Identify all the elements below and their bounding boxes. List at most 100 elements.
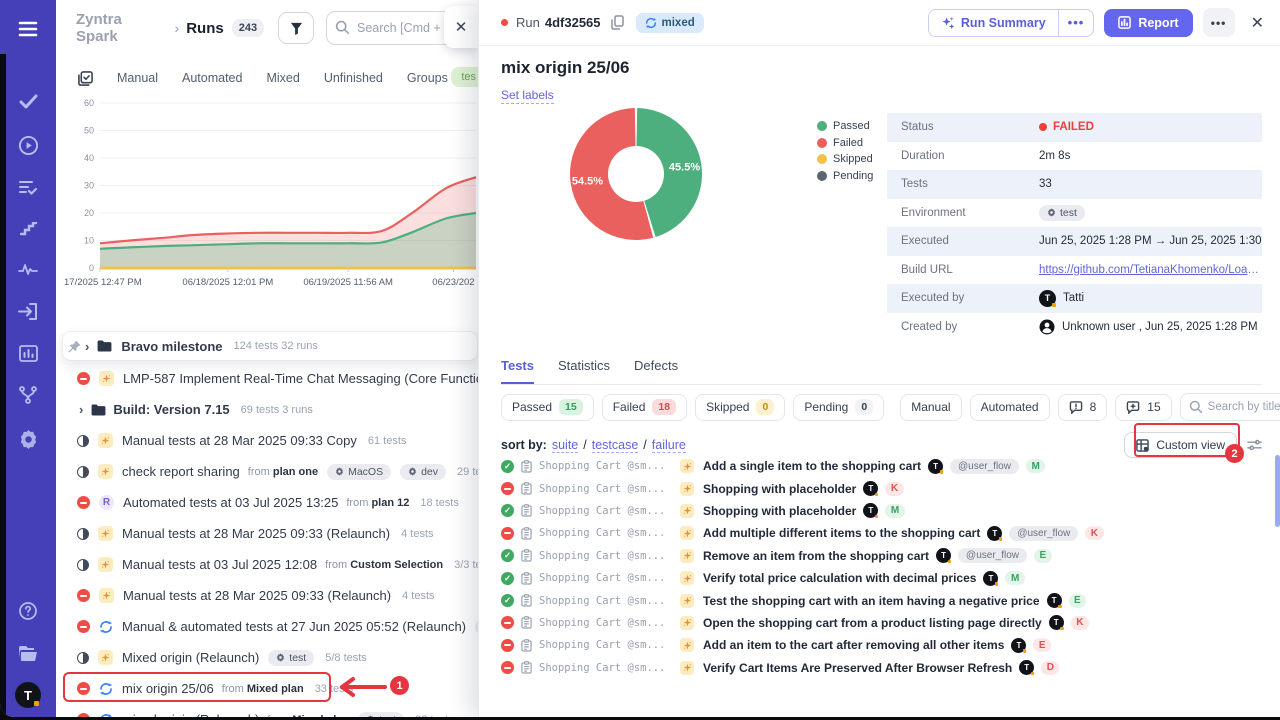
close-details-button[interactable]: ✕ — [1251, 13, 1264, 33]
manual-run-icon — [99, 588, 114, 603]
svg-text:10: 10 — [84, 236, 94, 246]
run-list-item[interactable]: mixed origin (Relaunch)from Mixed plante… — [56, 704, 478, 717]
legend-item[interactable]: Skipped — [817, 153, 873, 165]
copy-run-id-button[interactable] — [611, 15, 624, 30]
menu-icon[interactable] — [0, 14, 56, 44]
run-list-item[interactable]: LMP-587 Implement Real-Time Chat Messagi… — [56, 363, 478, 394]
filter-chip-passed[interactable]: Passed15 — [501, 394, 594, 421]
breadcrumb-project[interactable]: Zyntra Spark — [76, 11, 168, 45]
test-row[interactable]: Shopping Cart @sm...Add an item to the c… — [489, 634, 1264, 656]
run-summary-more-button[interactable]: ••• — [1058, 10, 1094, 36]
report-label: Report — [1138, 16, 1178, 30]
help-icon[interactable] — [0, 596, 56, 626]
testcase-icon — [521, 616, 532, 629]
in-progress-status-icon — [77, 559, 89, 571]
report-button[interactable]: Report — [1104, 9, 1192, 37]
play-circle-icon[interactable] — [0, 130, 56, 160]
pinned-milestone-row[interactable]: › Bravo milestone 124 tests 32 runs — [62, 331, 478, 361]
filter-chip-failed[interactable]: Failed18 — [602, 394, 687, 421]
more-actions-button[interactable]: ••• — [1203, 8, 1235, 37]
run-type-icon[interactable] — [78, 71, 93, 86]
run-list-item[interactable]: Manual & automated tests at 27 Jun 2025 … — [56, 611, 478, 642]
run-list-item[interactable]: Manual tests at 28 Mar 2025 09:33 (Relau… — [56, 580, 478, 611]
test-row[interactable]: Shopping Cart @sm...Open the shopping ca… — [489, 612, 1264, 634]
annotation-step-2: 2 — [1225, 444, 1244, 463]
runs-tab-mixed[interactable]: Mixed — [266, 71, 299, 85]
run-list-item[interactable]: Manual tests at 28 Mar 2025 09:33 Copy61… — [56, 425, 478, 456]
tab-statistics[interactable]: Statistics — [558, 358, 610, 384]
test-tag: @user_flow — [958, 548, 1027, 563]
test-row[interactable]: ✓Shopping Cart @sm...Shopping with place… — [489, 500, 1264, 522]
steps-icon[interactable] — [0, 214, 56, 244]
test-row[interactable]: ✓Shopping Cart @sm...Remove an item from… — [489, 545, 1264, 567]
initial-badge: M — [1026, 459, 1045, 473]
filter-button[interactable] — [278, 12, 314, 44]
sign-in-icon[interactable] — [0, 296, 56, 326]
test-row[interactable]: Shopping Cart @sm...Shopping with placeh… — [489, 477, 1264, 499]
assignee-avatar: T — [936, 548, 951, 563]
testcase-icon — [521, 661, 532, 674]
filter-chip-pending[interactable]: Pending0 — [793, 394, 884, 421]
filter-chip-manual[interactable]: Manual — [900, 394, 961, 421]
panel-close-button[interactable]: ✕ — [444, 6, 478, 48]
pulse-icon[interactable] — [0, 254, 56, 284]
run-list-icon[interactable] — [0, 173, 56, 203]
sort-by-testcase[interactable]: testcase — [592, 438, 639, 453]
check-icon[interactable] — [0, 86, 56, 116]
failed-status-icon — [501, 661, 514, 674]
test-row[interactable]: ✓Shopping Cart @sm...Test the shopping c… — [489, 589, 1264, 611]
tab-defects[interactable]: Defects — [634, 358, 678, 384]
sort-by-suite[interactable]: suite — [552, 438, 578, 453]
bar-chart-icon[interactable] — [0, 338, 56, 368]
run-origin-badge[interactable]: mixed — [636, 13, 704, 33]
scrollbar-thumb[interactable] — [1275, 455, 1280, 527]
run-list-item[interactable]: RAutomated tests at 03 Jul 2025 13:25fro… — [56, 487, 478, 518]
legend-item[interactable]: Pending — [817, 170, 873, 182]
test-row[interactable]: Shopping Cart @sm...Verify Cart Items Ar… — [489, 657, 1264, 679]
run-list-item[interactable]: Mixed origin (Relaunch)test5/8 tests — [56, 642, 478, 673]
run-list-item[interactable]: Manual tests at 03 Jul 2025 12:08from Cu… — [56, 549, 478, 580]
legend-item[interactable]: Failed — [817, 137, 873, 149]
run-list-item[interactable]: Manual tests at 28 Mar 2025 09:33 (Relau… — [56, 518, 478, 549]
git-branch-icon[interactable] — [0, 380, 56, 410]
in-progress-status-icon — [77, 466, 89, 478]
run-summary-label: Run Summary — [961, 16, 1046, 30]
passed-status-icon: ✓ — [501, 549, 514, 562]
user-avatar[interactable]: T — [0, 680, 56, 710]
runs-tab-automated[interactable]: Automated — [182, 71, 242, 85]
legend-item[interactable]: Passed — [817, 120, 873, 132]
breadcrumb-section[interactable]: Runs — [186, 20, 224, 37]
sort-by-failure[interactable]: failure — [652, 438, 686, 453]
run-summary-button[interactable]: Run Summary — [929, 10, 1058, 36]
chevron-right-icon[interactable]: › — [79, 402, 83, 417]
runs-tab-groups[interactable]: Groups — [407, 71, 448, 85]
run-label: Run — [516, 15, 540, 30]
projects-folder-icon[interactable] — [0, 638, 56, 668]
build-url-link[interactable]: https://github.com/TetianaKhomenko/Load-… — [1039, 264, 1262, 276]
env-tab-badge[interactable]: tes — [451, 67, 478, 87]
run-info-table: StatusFAILEDDuration2m 8sTests33Environm… — [887, 113, 1262, 341]
chevron-right-icon[interactable]: › — [85, 339, 89, 354]
run-list-item[interactable]: ›Build: Version 7.1569 tests 3 runs — [56, 394, 478, 425]
runs-tab-unfinished[interactable]: Unfinished — [324, 71, 383, 85]
filter-chip-skipped[interactable]: Skipped0 — [695, 394, 785, 421]
comment-plus-filter-chip[interactable]: 15 — [1115, 394, 1171, 421]
environment-badge: dev — [400, 464, 446, 480]
test-row[interactable]: ✓Shopping Cart @sm...Add a single item t… — [489, 455, 1264, 477]
set-labels-link[interactable]: Set labels — [501, 88, 554, 104]
test-tag: @user_flow — [950, 459, 1019, 474]
assignee-avatar: T — [983, 571, 998, 586]
details-tabs: Tests Statistics Defects — [501, 358, 1262, 385]
test-row[interactable]: ✓Shopping Cart @sm...Verify total price … — [489, 567, 1264, 589]
sliders-icon[interactable] — [1247, 438, 1262, 452]
run-list-item[interactable]: check report sharingfrom plan oneMacOSde… — [56, 456, 478, 487]
test-row[interactable]: Shopping Cart @sm...Add multiple differe… — [489, 522, 1264, 544]
environment-badge: test — [1039, 205, 1085, 221]
gear-icon[interactable] — [0, 424, 56, 454]
tab-tests[interactable]: Tests — [501, 358, 534, 384]
comment-alert-filter-chip[interactable]: 8 — [1058, 394, 1108, 421]
filter-chip-automated[interactable]: Automated — [970, 394, 1050, 421]
run-list-item[interactable]: mix origin 25/06from Mixed plan33 tests — [56, 673, 478, 704]
runs-tab-manual[interactable]: Manual — [117, 71, 158, 85]
test-search — [1180, 393, 1280, 421]
